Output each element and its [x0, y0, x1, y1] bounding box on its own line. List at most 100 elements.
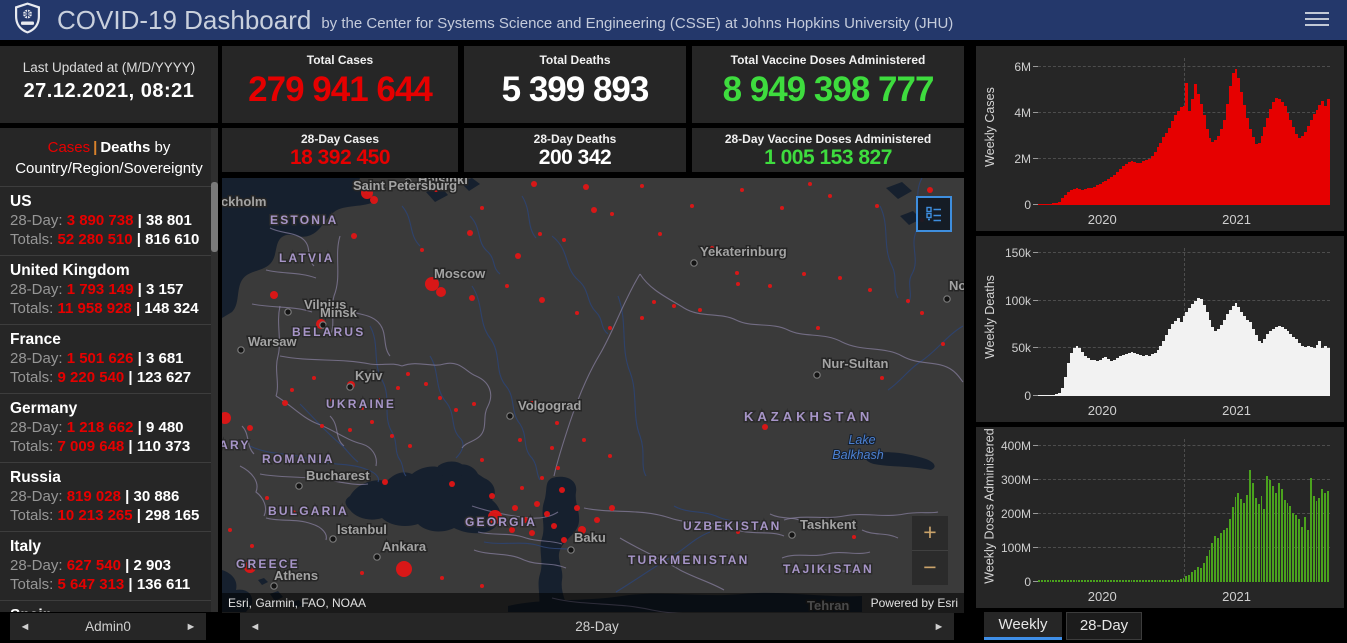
case-dot[interactable]	[228, 528, 232, 532]
case-dot[interactable]	[396, 561, 412, 577]
case-dot[interactable]	[480, 584, 484, 588]
time-prev-arrow[interactable]: ◄	[240, 621, 270, 633]
case-dot[interactable]	[480, 206, 484, 210]
case-dot[interactable]	[608, 326, 612, 330]
case-dot[interactable]	[920, 311, 924, 315]
case-dot[interactable]	[512, 505, 518, 511]
case-dot[interactable]	[348, 428, 352, 432]
case-dot[interactable]	[768, 284, 772, 288]
case-dot[interactable]	[559, 487, 565, 493]
case-dot[interactable]	[690, 204, 694, 208]
case-dot[interactable]	[561, 537, 567, 543]
case-dot[interactable]	[320, 424, 324, 428]
tab-weekly[interactable]: Weekly	[984, 612, 1062, 640]
case-dot[interactable]	[250, 544, 254, 548]
case-dot[interactable]	[652, 300, 656, 304]
admin-next-arrow[interactable]: ►	[176, 621, 206, 633]
case-dot[interactable]	[396, 386, 400, 390]
case-dot[interactable]	[640, 316, 644, 320]
admin-prev-arrow[interactable]: ◄	[10, 621, 40, 633]
sidebar-scrollbar-track[interactable]	[211, 128, 218, 612]
case-dot[interactable]	[282, 400, 288, 406]
case-dot[interactable]	[270, 291, 278, 299]
case-dot[interactable]	[640, 184, 644, 188]
case-dot[interactable]	[574, 505, 580, 511]
case-dot[interactable]	[265, 496, 269, 500]
case-dot[interactable]	[556, 466, 560, 470]
case-dot[interactable]	[529, 530, 535, 536]
country-list-item[interactable]: Italy28-Day: 627 540 | 2 903Totals: 5 64…	[0, 532, 218, 601]
case-dot[interactable]	[351, 233, 357, 239]
case-dot[interactable]	[610, 212, 614, 216]
case-dot[interactable]	[583, 184, 589, 190]
case-dot[interactable]	[440, 576, 444, 580]
case-dot[interactable]	[222, 412, 231, 424]
case-dot[interactable]	[868, 288, 872, 292]
case-dot[interactable]	[594, 517, 600, 523]
case-dot[interactable]	[941, 342, 945, 346]
case-dot[interactable]	[531, 181, 537, 187]
case-dot[interactable]	[555, 421, 559, 425]
case-dot[interactable]	[247, 425, 253, 431]
case-dot[interactable]	[408, 444, 412, 448]
case-dot[interactable]	[469, 295, 475, 301]
case-dot[interactable]	[489, 493, 495, 499]
case-dot[interactable]	[838, 276, 842, 280]
case-dot[interactable]	[802, 272, 806, 276]
case-dot[interactable]	[370, 196, 378, 204]
world-map[interactable]: ESTONIALATVIABELARUSUKRAINEROMANIAHUNGAR…	[222, 178, 964, 613]
country-list-item[interactable]: Germany28-Day: 1 218 662 | 9 480Totals: …	[0, 394, 218, 463]
case-dot[interactable]	[575, 311, 579, 315]
country-list-item[interactable]: Spain	[0, 601, 218, 612]
country-list-item[interactable]: Russia28-Day: 819 028 | 30 886Totals: 10…	[0, 463, 218, 532]
layer-list-button[interactable]	[916, 196, 952, 232]
case-dot[interactable]	[562, 238, 566, 242]
case-dot[interactable]	[538, 232, 542, 236]
case-dot[interactable]	[312, 376, 316, 380]
case-dot[interactable]	[467, 230, 473, 236]
case-dot[interactable]	[816, 326, 820, 330]
case-dot[interactable]	[740, 188, 744, 192]
case-dot[interactable]	[672, 304, 676, 308]
case-dot[interactable]	[875, 204, 879, 208]
tab-28day[interactable]: 28-Day	[1066, 612, 1142, 640]
case-dot[interactable]	[609, 505, 615, 511]
country-list-item[interactable]: United Kingdom28-Day: 1 793 149 | 3 157T…	[0, 256, 218, 325]
time-next-arrow[interactable]: ►	[924, 621, 954, 633]
case-dot[interactable]	[515, 253, 521, 259]
case-dot[interactable]	[534, 501, 540, 507]
case-dot[interactable]	[472, 402, 476, 406]
case-dot[interactable]	[539, 297, 545, 303]
case-dot[interactable]	[449, 481, 455, 487]
case-dot[interactable]	[828, 194, 832, 198]
case-dot[interactable]	[544, 511, 550, 517]
case-dot[interactable]	[735, 271, 739, 275]
case-dot[interactable]	[454, 408, 458, 412]
case-dot[interactable]	[290, 388, 294, 392]
case-dot[interactable]	[406, 372, 410, 376]
case-dot[interactable]	[420, 248, 424, 252]
case-dot[interactable]	[370, 420, 374, 424]
case-dot[interactable]	[360, 571, 364, 575]
menu-hamburger-icon[interactable]	[1305, 12, 1329, 28]
case-dot[interactable]	[658, 232, 662, 236]
case-dot[interactable]	[520, 486, 524, 490]
case-dot[interactable]	[424, 382, 428, 386]
case-dot[interactable]	[550, 446, 554, 450]
case-dot[interactable]	[551, 523, 557, 529]
case-dot[interactable]	[808, 182, 812, 186]
case-dot[interactable]	[591, 207, 597, 213]
case-dot[interactable]	[390, 434, 394, 438]
case-dot[interactable]	[505, 284, 509, 288]
zoom-out-button[interactable]: −	[912, 551, 948, 585]
case-dot[interactable]	[518, 438, 522, 442]
case-dot[interactable]	[540, 476, 544, 480]
country-list-item[interactable]: France28-Day: 1 501 626 | 3 681Totals: 9…	[0, 325, 218, 394]
case-dot[interactable]	[582, 438, 586, 442]
case-dot[interactable]	[852, 535, 856, 539]
sidebar-scrollbar-thumb[interactable]	[211, 182, 218, 252]
case-dot[interactable]	[480, 458, 484, 462]
case-dot[interactable]	[736, 282, 740, 286]
case-dot[interactable]	[927, 187, 933, 193]
case-dot[interactable]	[382, 479, 388, 485]
